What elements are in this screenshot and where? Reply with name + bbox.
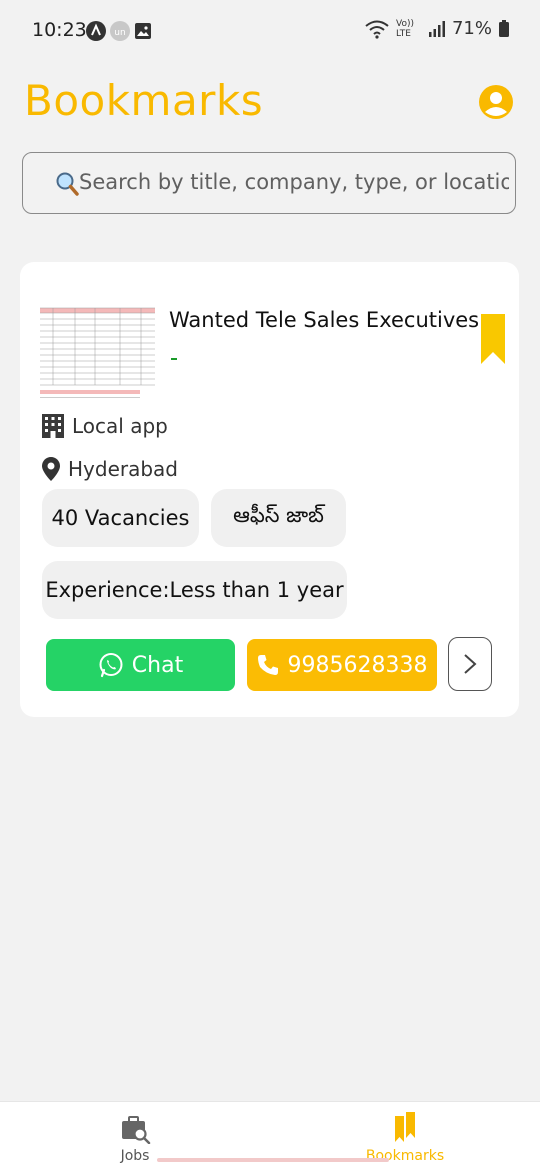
app-un-icon: un	[110, 21, 130, 41]
chat-label: Chat	[131, 652, 184, 678]
status-right: Vo)) LTE 71%	[364, 18, 510, 39]
briefcase-search-icon	[122, 1116, 151, 1145]
job-card[interactable]: Wanted Tele Sales Executives Local app H…	[20, 262, 519, 717]
nav-item-jobs[interactable]: Jobs	[100, 1112, 170, 1164]
signal-icon	[428, 20, 445, 37]
location-name: Hyderabad	[68, 457, 178, 481]
location-row: Hyderabad	[42, 457, 178, 481]
wifi-icon	[365, 20, 389, 39]
bookmarks-icon	[395, 1112, 415, 1142]
phone-number: 9985628338	[287, 652, 428, 678]
app-a-icon	[86, 21, 106, 41]
status-time: 10:23	[32, 19, 87, 41]
job-thumbnail[interactable]	[40, 282, 156, 398]
gesture-bar	[157, 1158, 389, 1162]
chevron-right-icon	[464, 654, 477, 674]
vacancies-tag: 40 Vacancies	[42, 489, 199, 547]
building-icon	[42, 414, 64, 438]
company-name: Local app	[72, 414, 168, 438]
phone-icon	[257, 655, 278, 675]
whatsapp-icon	[99, 653, 123, 678]
gallery-icon	[135, 23, 151, 39]
location-pin-icon	[42, 457, 60, 481]
call-button[interactable]: 9985628338	[247, 639, 437, 691]
search-box[interactable]	[22, 152, 516, 214]
svg-text:un: un	[114, 28, 125, 38]
company-row: Local app	[42, 414, 168, 438]
experience-tag: Experience:Less than 1 year	[42, 561, 347, 619]
job-type-tag: ఆఫీస్ జాబ్	[211, 489, 346, 547]
network-label: Vo)) LTE	[395, 18, 414, 39]
bookmark-icon[interactable]	[481, 314, 505, 364]
view-details-button[interactable]	[448, 637, 492, 691]
nav-item-bookmarks[interactable]: Bookmarks	[360, 1112, 450, 1164]
status-bar: 10:23 un Vo)) LTE 71%	[0, 0, 540, 60]
battery-icon	[499, 19, 509, 37]
page-title: Bookmarks	[24, 76, 264, 125]
search-icon	[56, 172, 79, 196]
battery-percent: 71%	[451, 18, 492, 39]
search-input[interactable]	[79, 153, 509, 211]
chat-button[interactable]: Chat	[46, 639, 235, 691]
job-title[interactable]: Wanted Tele Sales Executives	[169, 308, 479, 332]
job-subtitle	[171, 358, 177, 360]
profile-icon[interactable]	[478, 84, 514, 120]
